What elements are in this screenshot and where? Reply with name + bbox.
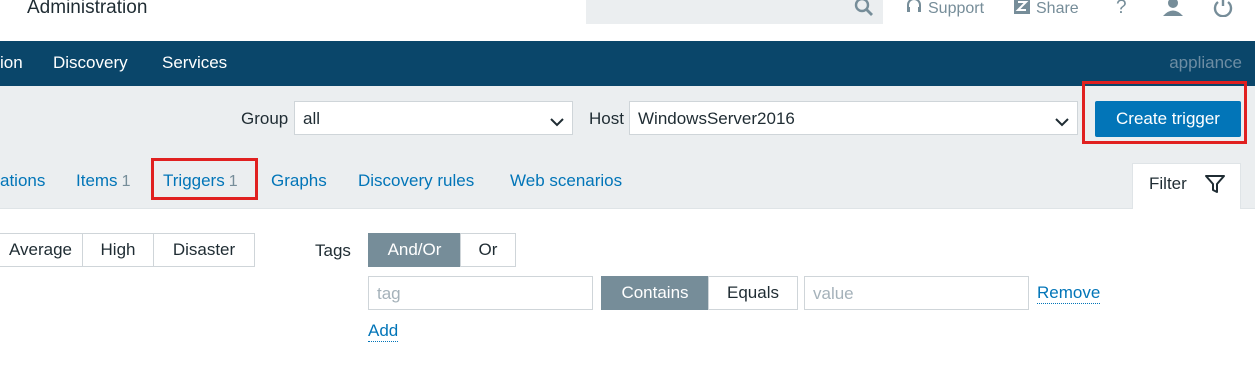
help-icon[interactable]: ? — [1116, 0, 1127, 19]
funnel-filter-icon — [1204, 173, 1226, 200]
tab-count: 1 — [121, 173, 131, 190]
main-nav: ion Discovery Services appliance — [0, 41, 1255, 86]
tag-input[interactable]: tag — [368, 276, 593, 310]
host-select[interactable]: WindowsServer2016 — [629, 101, 1078, 135]
tags-or-option[interactable]: Or — [460, 233, 516, 267]
filter-panel: Average High Disaster Tags And/Or Or tag… — [0, 208, 1255, 370]
server-name: appliance — [1169, 53, 1242, 72]
group-select[interactable]: all — [294, 101, 573, 135]
filter-label: Filter — [1149, 174, 1187, 193]
zabbix-share-icon — [1013, 0, 1031, 20]
user-profile-icon[interactable] — [1162, 0, 1184, 22]
host-select-value: WindowsServer2016 — [638, 109, 795, 128]
remove-tag-link[interactable]: Remove — [1037, 283, 1101, 304]
support-link[interactable]: Support — [905, 0, 984, 20]
share-label: Share — [1036, 0, 1079, 17]
group-label: Group — [241, 109, 289, 128]
create-trigger-button[interactable]: Create trigger — [1095, 101, 1241, 137]
search-icon[interactable] — [854, 0, 874, 22]
global-search-input[interactable] — [586, 0, 883, 24]
nav-item-services[interactable]: Services — [162, 53, 227, 73]
tab-applications[interactable]: ations — [0, 171, 45, 191]
chevron-down-icon — [1055, 112, 1069, 132]
tab-graphs[interactable]: Graphs — [271, 171, 327, 191]
chevron-down-icon — [550, 112, 564, 132]
tag-value-input[interactable]: value — [804, 276, 1029, 310]
host-label: Host — [589, 109, 624, 128]
share-link[interactable]: Share — [1013, 0, 1079, 20]
nav-item-discovery[interactable]: Discovery — [53, 53, 128, 73]
headset-icon — [905, 0, 923, 20]
top-header: Administration Support Share ? — [0, 0, 1255, 41]
filter-toggle-tab[interactable]: Filter — [1132, 163, 1241, 209]
nav-item-configuration[interactable]: ion — [0, 53, 23, 73]
severity-disaster-button[interactable]: Disaster — [153, 233, 255, 267]
tab-web-scenarios[interactable]: Web scenarios — [510, 171, 622, 191]
triggers-tab-highlight — [151, 158, 258, 200]
page-title: Administration — [27, 0, 148, 18]
tags-andor-option[interactable]: And/Or — [368, 233, 461, 267]
operator-contains-option[interactable]: Contains — [601, 276, 709, 310]
sign-out-icon[interactable] — [1212, 0, 1234, 22]
tags-label: Tags — [315, 241, 351, 260]
severity-high-button[interactable]: High — [82, 233, 154, 267]
operator-equals-option[interactable]: Equals — [708, 276, 798, 310]
tab-discovery-rules[interactable]: Discovery rules — [358, 171, 474, 191]
add-tag-link[interactable]: Add — [368, 321, 399, 342]
support-label: Support — [928, 0, 985, 17]
tab-items[interactable]: Items 1 — [76, 171, 130, 191]
severity-average-button[interactable]: Average — [0, 233, 83, 267]
group-select-value: all — [303, 109, 321, 128]
